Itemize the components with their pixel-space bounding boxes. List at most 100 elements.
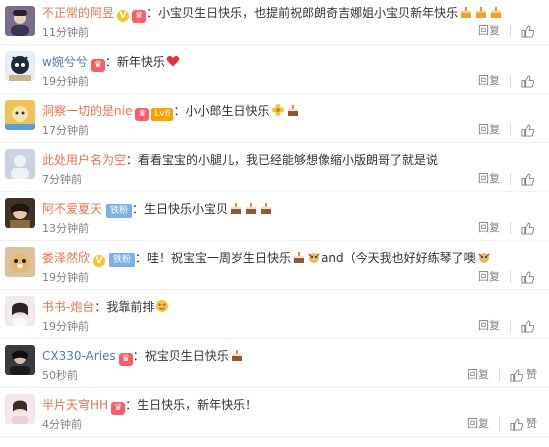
comment-text-extra: and（今天我也好好练琴了噢 xyxy=(321,251,476,265)
vip-badge-icon: ♛ xyxy=(90,59,105,72)
comment-actions: 回复 xyxy=(478,123,537,137)
thumbs-up-icon xyxy=(521,123,534,137)
thumbs-up-icon xyxy=(521,74,534,88)
dog-icon xyxy=(307,250,321,264)
reply-button[interactable]: 回复 xyxy=(467,368,489,382)
like-button[interactable] xyxy=(521,74,537,88)
vip-badge-icon: ♛ xyxy=(132,10,147,23)
comment-line: CX330-Aries ♛ ：祝宝贝生日快乐 xyxy=(42,347,543,366)
avatar[interactable] xyxy=(5,198,35,228)
reply-button[interactable]: 回复 xyxy=(478,24,500,38)
username[interactable]: 不正常的阿昱 xyxy=(42,6,114,20)
flower-icon xyxy=(271,103,285,117)
thumbs-up-icon xyxy=(521,172,534,186)
avatar[interactable] xyxy=(5,247,35,277)
divider xyxy=(510,124,511,136)
divider xyxy=(510,75,511,87)
thumbs-up-icon xyxy=(521,221,534,235)
comment-actions: 回复 xyxy=(478,221,537,235)
username[interactable]: 半片天穹HH xyxy=(42,398,108,412)
comment-actions: 回复 xyxy=(478,319,537,333)
comment-text: 新年快乐 xyxy=(116,55,165,69)
comment-list: 不正常的阿昱 V ♛ ：小宝贝生日快乐，也提前祝郎朗奇吉娜姐小宝贝新年快乐 11分钟前… xyxy=(0,0,549,447)
comment-text: 看看宝宝的小腿儿，我已经能够想像缩小版朗哥了就是说 xyxy=(138,153,439,167)
comment-line: 娄泽然欣 V 铁粉 ：哇！祝宝宝一周岁生日快乐 and（今天我也好好练琴了噢 xyxy=(42,249,543,267)
comment-time: 19分钟前 xyxy=(42,75,89,88)
reply-button[interactable]: 回复 xyxy=(478,270,500,284)
divider xyxy=(510,320,511,332)
avatar[interactable] xyxy=(5,51,35,81)
comment-line: 阿不爱夏天 铁粉 ：生日快乐小宝贝 xyxy=(42,200,543,218)
love-face-icon xyxy=(155,299,169,313)
like-button[interactable] xyxy=(521,221,537,235)
comment-time: 4分钟前 xyxy=(42,418,82,431)
avatar[interactable] xyxy=(5,6,35,36)
comment-text: 我靠前排 xyxy=(106,300,155,314)
comment-item: 书书-炮台：我靠前排 19分钟前 回复 xyxy=(0,290,549,339)
avatar[interactable] xyxy=(5,100,35,130)
verified-badge-icon: V xyxy=(117,10,130,22)
like-button[interactable] xyxy=(521,270,537,284)
comment-time: 50秒前 xyxy=(42,369,78,382)
divider xyxy=(510,173,511,185)
reply-button[interactable]: 回复 xyxy=(478,319,500,333)
username[interactable]: 娄泽然欣 xyxy=(42,251,90,265)
verified-badge-icon: V xyxy=(93,255,106,267)
avatar[interactable] xyxy=(5,394,35,424)
username[interactable]: 洞察一切的是nie xyxy=(42,104,132,118)
cake-icon xyxy=(230,348,244,362)
username[interactable]: 阿不爱夏天 xyxy=(42,202,102,216)
avatar[interactable] xyxy=(5,345,35,375)
comment-actions: 回复 xyxy=(478,24,537,38)
comment-text: 小宝贝生日快乐，也提前祝郎朗奇吉娜姐小宝贝新年快乐 xyxy=(158,6,459,20)
like-button[interactable] xyxy=(521,24,537,38)
thumbs-up-icon xyxy=(510,417,523,431)
divider xyxy=(510,25,511,37)
comment-time: 11分钟前 xyxy=(42,26,89,39)
like-button[interactable] xyxy=(521,123,537,137)
reply-button[interactable]: 回复 xyxy=(478,74,500,88)
comment-actions: 回复 xyxy=(478,74,537,88)
username[interactable]: w婉兮兮 xyxy=(42,55,88,69)
comment-actions: 回复 赞 xyxy=(467,417,537,431)
comment-item: w婉兮兮 ♛ ：新年快乐 19分钟前 回复 xyxy=(0,45,549,94)
comment-time: 19分钟前 xyxy=(42,320,89,333)
comment-actions: 回复 赞 xyxy=(467,368,537,382)
fan-badge-icon: 铁粉 xyxy=(109,253,136,267)
divider xyxy=(499,369,500,381)
comment-item: 半片天穹HH ♛ ：生日快乐，新年快乐！ 4分钟前 回复 赞 xyxy=(0,388,549,437)
username[interactable]: 书书-炮台 xyxy=(42,300,94,314)
cake-icon xyxy=(459,5,473,19)
avatar[interactable] xyxy=(5,149,35,179)
comment-item: 娄泽然欣 V 铁粉 ：哇！祝宝宝一周岁生日快乐 and（今天我也好好练琴了噢 19分钟前… xyxy=(0,241,549,290)
thumbs-up-icon xyxy=(521,270,534,284)
comment-item: 此处用户名为空：看看宝宝的小腿儿，我已经能够想像缩小版朗哥了就是说 7分钟前 回… xyxy=(0,143,549,192)
comment-actions: 回复 xyxy=(478,172,537,186)
like-button[interactable] xyxy=(521,319,537,333)
avatar[interactable] xyxy=(5,296,35,326)
cake-icon xyxy=(229,201,243,215)
comment-time: 17分钟前 xyxy=(42,124,89,137)
username[interactable]: CX330-Aries xyxy=(42,349,116,363)
cake-icon xyxy=(244,201,258,215)
comment-text: 哇！祝宝宝一周岁生日快乐 xyxy=(147,251,292,265)
vip-badge-icon: ♛ xyxy=(135,108,150,121)
comment-time: 19分钟前 xyxy=(42,271,89,284)
like-button[interactable] xyxy=(521,172,537,186)
like-button[interactable]: 赞 xyxy=(510,368,537,382)
like-button[interactable]: 赞 xyxy=(510,417,537,431)
divider xyxy=(510,222,511,234)
reply-button[interactable]: 回复 xyxy=(478,123,500,137)
username[interactable]: 此处用户名为空 xyxy=(42,153,126,167)
thumbs-up-icon xyxy=(521,319,534,333)
comment-text: 生日快乐，新年快乐！ xyxy=(137,398,258,412)
divider xyxy=(510,271,511,283)
reply-button[interactable]: 回复 xyxy=(467,417,489,431)
cake-icon xyxy=(489,5,503,19)
reply-button[interactable]: 回复 xyxy=(478,172,500,186)
reply-button[interactable]: 回复 xyxy=(478,221,500,235)
cake-icon xyxy=(474,5,488,19)
comment-line: 书书-炮台：我靠前排 xyxy=(42,298,543,316)
cake-icon xyxy=(292,250,306,264)
comment-item: CX330-Aries ♛ ：祝宝贝生日快乐 50秒前 回复 赞 xyxy=(0,339,549,388)
